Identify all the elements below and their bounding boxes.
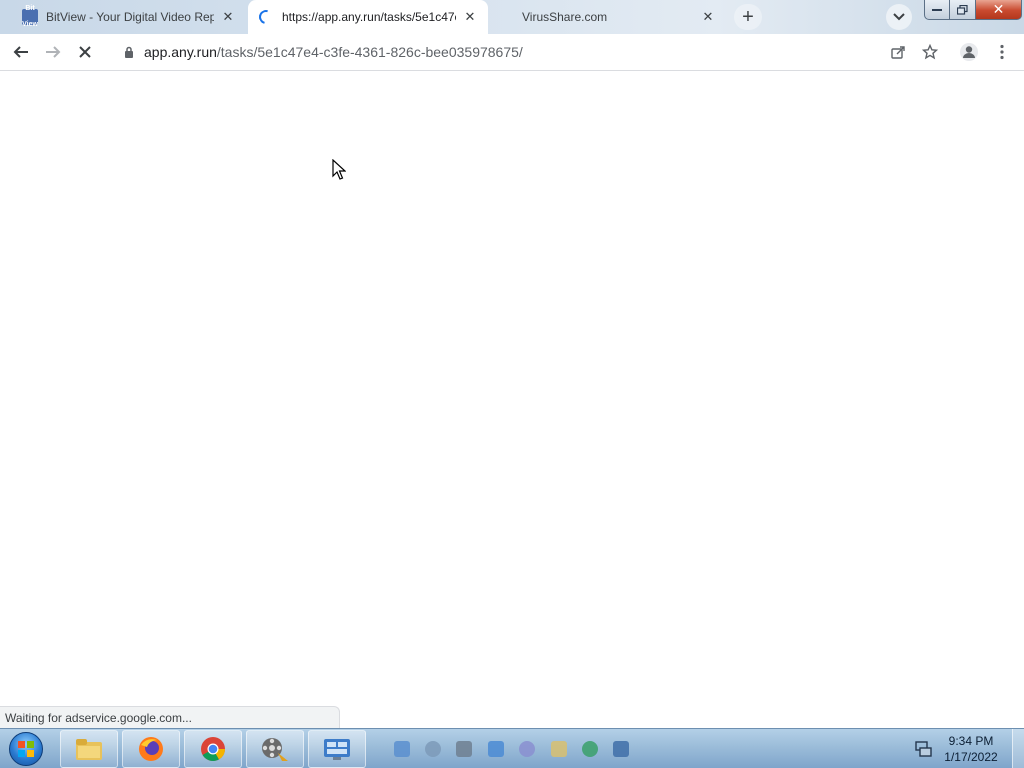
firefox-icon	[139, 737, 163, 761]
profile-button[interactable]	[955, 38, 983, 66]
stop-icon	[79, 46, 91, 58]
tab-virusshare[interactable]: VirusShare.com ✕	[490, 0, 726, 34]
kebab-menu-icon	[1000, 44, 1004, 60]
tray-settings-icon[interactable]	[613, 741, 629, 757]
film-reel-icon	[262, 738, 288, 761]
status-bubble: Waiting for adservice.google.com...	[0, 706, 340, 728]
close-tab-icon[interactable]: ✕	[220, 9, 236, 25]
close-tab-icon[interactable]: ✕	[700, 9, 716, 25]
start-button[interactable]	[6, 731, 46, 767]
url-text: app.any.run/tasks/5e1c47e4-c3fe-4361-826…	[144, 44, 523, 60]
tray-browser-icon[interactable]	[582, 741, 598, 757]
browser-toolbar: app.any.run/tasks/5e1c47e4-c3fe-4361-826…	[0, 34, 1024, 71]
restore-button[interactable]	[950, 0, 976, 20]
taskbar-chrome-button[interactable]	[184, 730, 242, 768]
show-desktop-button[interactable]	[1012, 729, 1024, 768]
chevron-down-icon	[893, 13, 905, 21]
window-controls: ✕	[924, 0, 1022, 20]
tab-title: VirusShare.com	[522, 10, 608, 24]
windows-logo-icon	[9, 732, 43, 766]
tab-title: https://app.any.run/tasks/5e1c47e4-c3fe-…	[282, 10, 456, 24]
tray-network-icon[interactable]	[488, 741, 504, 757]
minimize-button[interactable]	[924, 0, 950, 20]
lock-icon	[125, 46, 133, 58]
address-bar[interactable]: app.any.run/tasks/5e1c47e4-c3fe-4361-826…	[112, 37, 918, 67]
restore-icon	[957, 4, 968, 15]
new-tab-button[interactable]: +	[734, 4, 762, 30]
taskbar-control-panel-button[interactable]	[308, 730, 366, 768]
close-icon: ✕	[992, 1, 1005, 17]
browser-titlebar: Bit View BitView - Your Digital Video Re…	[0, 0, 1024, 34]
bitview-icon: Bit View	[22, 5, 38, 28]
url-path: /tasks/5e1c47e4-c3fe-4361-826c-bee035978…	[216, 44, 523, 60]
taskbar-media-button[interactable]	[246, 730, 304, 768]
control-panel-icon	[324, 739, 350, 760]
taskbar-firefox-button[interactable]	[122, 730, 180, 768]
clock-time: 9:34 PM	[948, 734, 994, 748]
clock-date: 1/17/2022	[944, 750, 998, 764]
forward-arrow-icon	[46, 46, 61, 58]
taskbar-explorer-button[interactable]	[60, 730, 118, 768]
loading-spinner-icon	[256, 7, 276, 27]
url-host: app.any.run	[144, 44, 217, 60]
profile-icon	[960, 43, 978, 61]
tray-media-icon[interactable]	[456, 741, 472, 757]
star-icon	[922, 44, 938, 60]
share-button[interactable]	[884, 38, 912, 66]
forward-button[interactable]	[39, 38, 67, 66]
page-content[interactable]	[0, 71, 1024, 728]
close-window-button[interactable]: ✕	[976, 0, 1022, 20]
chrome-icon	[201, 737, 225, 762]
stop-loading-button[interactable]	[71, 38, 99, 66]
tray-chat-icon[interactable]	[425, 741, 441, 757]
folder-icon	[76, 739, 102, 760]
bookmark-button[interactable]	[916, 38, 944, 66]
tray-app-icon[interactable]	[394, 741, 410, 757]
tab-anyrun[interactable]: https://app.any.run/tasks/5e1c47e4-c3fe-…	[248, 0, 488, 34]
menu-button[interactable]	[988, 38, 1016, 66]
close-tab-icon[interactable]: ✕	[462, 9, 478, 25]
taskbar: 9:34 PM 1/17/2022	[0, 728, 1024, 768]
minimize-icon	[932, 8, 942, 11]
system-clock[interactable]: 9:34 PM 1/17/2022	[930, 733, 1012, 765]
tab-title: BitView - Your Digital Video Repository	[46, 10, 214, 24]
tray-folder-icon[interactable]	[551, 741, 567, 757]
back-button[interactable]	[7, 38, 35, 66]
share-icon	[890, 46, 905, 59]
mouse-cursor-icon	[332, 159, 346, 180]
tray-messenger-icon[interactable]	[519, 741, 535, 757]
back-arrow-icon	[13, 46, 28, 58]
tab-search-button[interactable]	[886, 4, 912, 30]
tab-bitview[interactable]: Bit View BitView - Your Digital Video Re…	[12, 0, 246, 34]
